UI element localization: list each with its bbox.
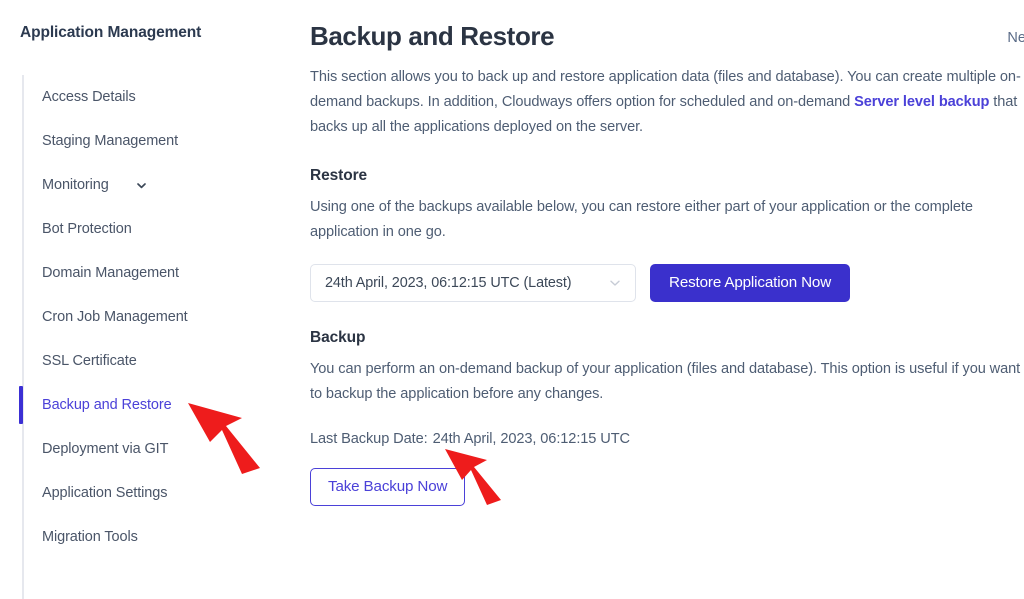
sidebar-item-list: Access Details Staging Management Monitori… bbox=[19, 75, 300, 559]
chevron-down-icon bbox=[608, 276, 622, 290]
intro-paragraph: This section allows you to back up and r… bbox=[310, 65, 1024, 140]
restore-description: Using one of the backups available below… bbox=[310, 198, 973, 240]
server-level-backup-link[interactable]: Server level backup bbox=[854, 94, 989, 110]
need-help-link[interactable]: Nee bbox=[1007, 30, 1024, 46]
backup-date-select-value: 24th April, 2023, 06:12:15 UTC (Latest) bbox=[325, 274, 572, 291]
sidebar-title: Application Management bbox=[20, 24, 202, 41]
sidebar-item-label: Deployment via GIT bbox=[42, 441, 169, 457]
sidebar-item-label: Monitoring bbox=[42, 177, 109, 193]
sidebar-item-label: Backup and Restore bbox=[42, 397, 172, 413]
take-backup-now-button[interactable]: Take Backup Now bbox=[310, 467, 466, 506]
restore-application-now-button[interactable]: Restore Application Now bbox=[650, 263, 851, 302]
sidebar-item-staging-management[interactable]: Staging Management bbox=[22, 119, 300, 163]
sidebar-item-bot-protection[interactable]: Bot Protection bbox=[22, 207, 300, 251]
backup-description: You can perform an on-demand backup of y… bbox=[310, 360, 1021, 402]
sidebar-item-domain-management[interactable]: Domain Management bbox=[22, 251, 300, 295]
chevron-down-icon[interactable] bbox=[135, 179, 148, 192]
page-title: Backup and Restore bbox=[310, 21, 555, 51]
application-management-page: Application Management Access Details Sta… bbox=[0, 0, 1024, 599]
sidebar: Application Management Access Details Sta… bbox=[0, 0, 300, 599]
sidebar-item-label: Application Settings bbox=[42, 485, 168, 501]
last-backup-date-label: Last Backup Date: bbox=[310, 430, 428, 447]
restore-controls-row: 24th April, 2023, 06:12:15 UTC (Latest) … bbox=[310, 263, 1024, 302]
sidebar-item-label: Bot Protection bbox=[42, 221, 132, 237]
sidebar-item-ssl-certificate[interactable]: SSL Certificate bbox=[22, 339, 300, 383]
sidebar-item-application-settings[interactable]: Application Settings bbox=[22, 471, 300, 515]
sidebar-item-label: Cron Job Management bbox=[42, 309, 188, 325]
sidebar-item-backup-and-restore[interactable]: Backup and Restore bbox=[19, 383, 300, 427]
sidebar-item-label: SSL Certificate bbox=[42, 353, 137, 369]
last-backup-date-row: Last Backup Date: 24th April, 2023, 06:12… bbox=[310, 431, 1024, 447]
backup-section-heading: Backup bbox=[310, 328, 366, 346]
restore-section-heading: Restore bbox=[310, 166, 368, 184]
sidebar-item-migration-tools[interactable]: Migration Tools bbox=[22, 515, 300, 559]
sidebar-item-deployment-via-git[interactable]: Deployment via GIT bbox=[22, 427, 300, 471]
sidebar-item-monitoring[interactable]: Monitoring bbox=[22, 163, 300, 207]
sidebar-item-access-details[interactable]: Access Details bbox=[22, 75, 300, 119]
sidebar-item-label: Access Details bbox=[42, 89, 136, 105]
sidebar-nav: Access Details Staging Management Monitori… bbox=[0, 75, 300, 599]
sidebar-item-label: Staging Management bbox=[42, 133, 179, 149]
main-content: Nee Backup and Restore This section allo… bbox=[300, 0, 1024, 567]
last-backup-date-value: 24th April, 2023, 06:12:15 UTC bbox=[432, 430, 630, 447]
backup-date-select[interactable]: 24th April, 2023, 06:12:15 UTC (Latest) bbox=[310, 263, 636, 302]
sidebar-item-label: Domain Management bbox=[42, 265, 179, 281]
sidebar-item-label: Migration Tools bbox=[42, 529, 138, 545]
sidebar-item-cron-job-management[interactable]: Cron Job Management bbox=[22, 295, 300, 339]
